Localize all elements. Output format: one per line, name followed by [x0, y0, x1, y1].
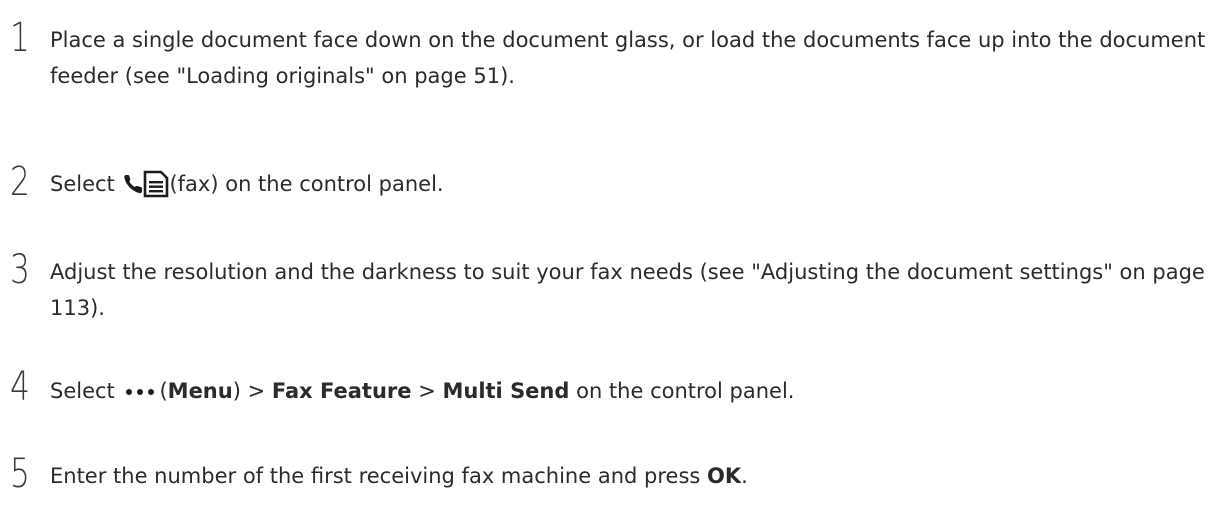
step-number: 1	[10, 15, 30, 61]
path-separator: >	[411, 379, 443, 403]
step-text: Place a single document face down on the…	[50, 28, 1206, 88]
open-paren: (	[159, 379, 168, 403]
step-number: 3	[10, 247, 30, 293]
step-text-pre: Enter the number of the first receiving …	[50, 464, 707, 488]
multi-send-label: Multi Send	[442, 379, 570, 403]
fax-feature-label: Fax Feature	[271, 379, 412, 403]
step-text-pre: Select	[50, 172, 122, 196]
step-text-pre: Select	[50, 379, 122, 403]
step-text-post: on the control panel.	[569, 379, 795, 403]
menu-label: Menu	[167, 379, 233, 403]
step-number: 2	[10, 159, 30, 205]
step-1: 1 Place a single document face down on t…	[10, 16, 1215, 94]
menu-dots-icon	[125, 371, 155, 407]
step-number: 5	[10, 451, 30, 497]
step-number: 4	[10, 364, 30, 410]
close-paren: )	[232, 379, 241, 403]
step-text-post: (fax) on the control panel.	[169, 172, 444, 196]
step-text-post: .	[741, 464, 748, 488]
step-4: 4 Select (Menu) > Fax Feature > Multi Se…	[10, 365, 1215, 409]
step-text: Adjust the resolution and the darkness t…	[50, 260, 1205, 320]
fax-icon	[123, 170, 169, 209]
step-5: 5 Enter the number of the first receivin…	[10, 452, 1215, 496]
ok-label: OK	[707, 464, 742, 488]
procedure-steps: 1 Place a single document face down on t…	[0, 0, 1223, 527]
step-3: 3 Adjust the resolution and the darkness…	[10, 248, 1215, 326]
step-2: 2 Select (fax) on the control panel.	[10, 160, 1215, 209]
step-text: Enter the number of the first receiving …	[50, 452, 1215, 494]
path-separator: >	[240, 379, 272, 403]
step-text: Select (Menu) > Fax Feature > Multi Send…	[50, 365, 1215, 409]
step-text: Select (fax) on the control panel.	[50, 160, 1215, 209]
